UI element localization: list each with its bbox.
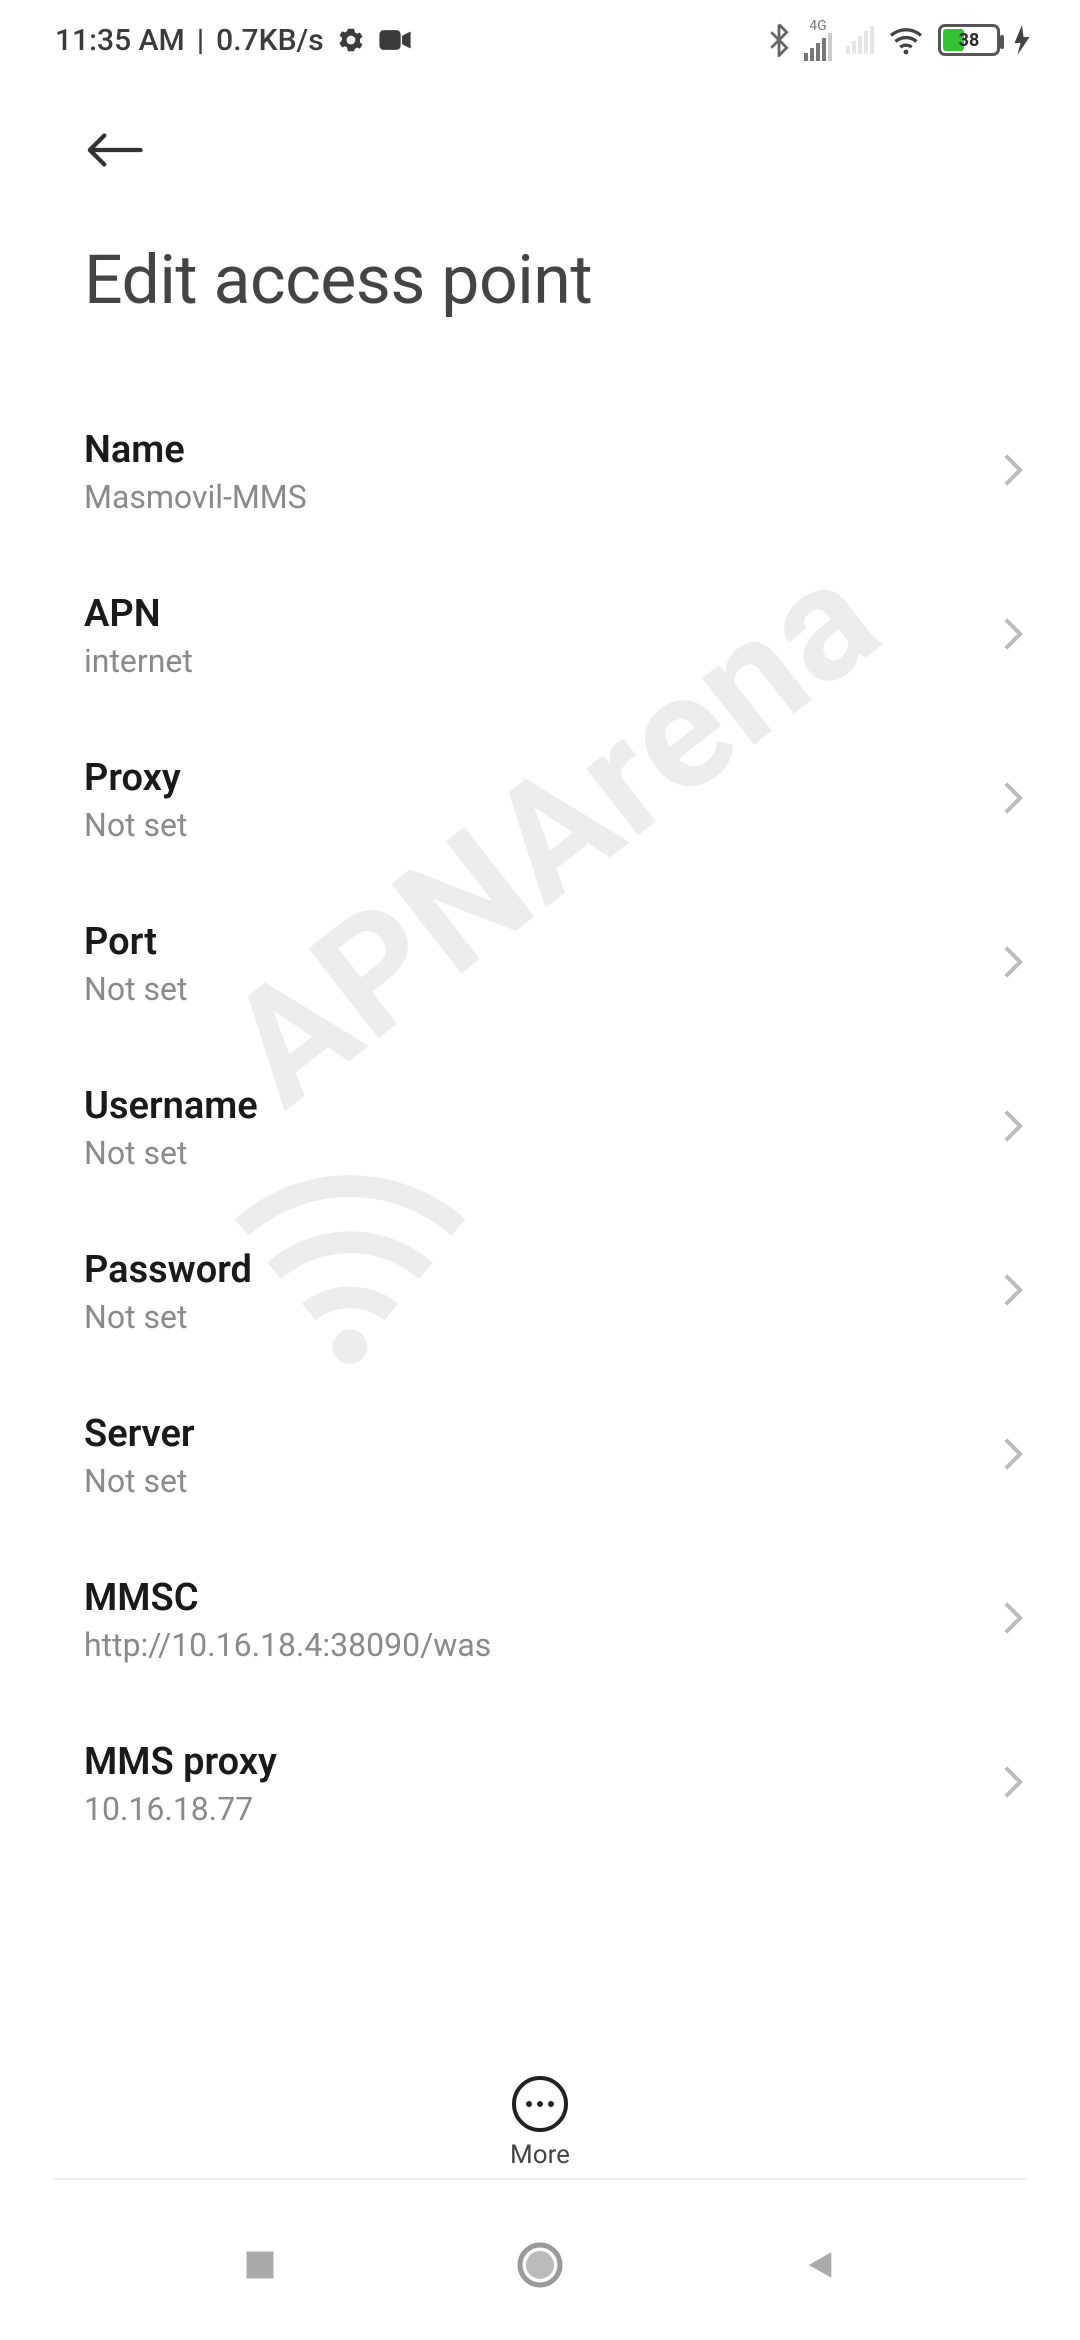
row-value: 10.16.18.77	[84, 1790, 277, 1828]
chevron-right-icon	[1002, 1600, 1024, 1640]
row-value: Not set	[84, 1462, 195, 1500]
status-sep: |	[197, 23, 204, 58]
row-proxy[interactable]: Proxy Not set	[0, 718, 1080, 882]
row-server[interactable]: Server Not set	[0, 1374, 1080, 1538]
gear-icon	[336, 25, 366, 55]
chevron-right-icon	[1002, 1436, 1024, 1476]
chevron-right-icon	[1002, 780, 1024, 820]
chevron-right-icon	[1002, 1272, 1024, 1312]
network-label: 4G	[809, 19, 826, 33]
row-value: internet	[84, 642, 193, 680]
square-icon	[242, 2247, 278, 2283]
charging-icon	[1014, 25, 1030, 55]
row-label: Proxy	[84, 756, 187, 800]
row-label: Name	[84, 428, 307, 472]
row-value: http://10.16.18.4:38090/was	[84, 1626, 491, 1664]
chevron-right-icon	[1002, 944, 1024, 984]
row-password[interactable]: Password Not set	[0, 1210, 1080, 1374]
arrow-left-icon	[85, 130, 143, 170]
more-horizontal-icon	[512, 2076, 568, 2132]
back-button[interactable]	[78, 114, 150, 186]
android-nav-bar	[0, 2190, 1080, 2340]
status-time: 11:35 AM	[55, 23, 185, 58]
settings-list: Name Masmovil-MMS APN internet Proxy Not…	[0, 320, 1080, 2150]
row-value: Not set	[84, 1298, 252, 1336]
row-label: MMS proxy	[84, 1740, 277, 1784]
signal-2-icon	[846, 26, 874, 54]
status-speed: 0.7KB/s	[216, 23, 323, 58]
status-bar: 11:35 AM | 0.7KB/s 4G 38	[0, 0, 1080, 80]
circle-icon	[516, 2241, 564, 2289]
nav-back-button[interactable]	[775, 2220, 865, 2310]
more-menu-button[interactable]: More	[0, 2076, 1080, 2170]
signal-1-icon	[804, 33, 832, 61]
status-right: 4G 38	[768, 19, 1030, 61]
triangle-left-icon	[803, 2246, 837, 2284]
row-mms-proxy[interactable]: MMS proxy 10.16.18.77	[0, 1702, 1080, 1866]
page-title: Edit access point	[78, 186, 1040, 320]
chevron-right-icon	[1002, 1764, 1024, 1804]
nav-recent-button[interactable]	[215, 2220, 305, 2310]
row-label: Username	[84, 1084, 258, 1128]
chevron-right-icon	[1002, 452, 1024, 492]
row-value: Not set	[84, 1134, 258, 1172]
row-label: APN	[84, 592, 193, 636]
chevron-right-icon	[1002, 616, 1024, 656]
chevron-right-icon	[1002, 1108, 1024, 1148]
row-value: Masmovil-MMS	[84, 478, 307, 516]
row-label: Port	[84, 920, 187, 964]
row-mmsc[interactable]: MMSC http://10.16.18.4:38090/was	[0, 1538, 1080, 1702]
more-label: More	[510, 2140, 570, 2170]
battery-pct: 38	[941, 30, 997, 51]
wifi-icon	[888, 25, 924, 55]
row-value: Not set	[84, 970, 187, 1008]
header: Edit access point	[0, 80, 1080, 320]
divider	[54, 2178, 1026, 2180]
battery-icon: 38	[938, 24, 1000, 56]
row-port[interactable]: Port Not set	[0, 882, 1080, 1046]
status-left: 11:35 AM | 0.7KB/s	[55, 23, 412, 58]
row-name[interactable]: Name Masmovil-MMS	[0, 390, 1080, 554]
row-label: Server	[84, 1412, 195, 1456]
row-label: Password	[84, 1248, 252, 1292]
nav-home-button[interactable]	[495, 2220, 585, 2310]
row-username[interactable]: Username Not set	[0, 1046, 1080, 1210]
camera-icon	[378, 27, 412, 53]
row-apn[interactable]: APN internet	[0, 554, 1080, 718]
row-label: MMSC	[84, 1576, 491, 1620]
row-value: Not set	[84, 806, 187, 844]
bluetooth-icon	[768, 23, 790, 57]
